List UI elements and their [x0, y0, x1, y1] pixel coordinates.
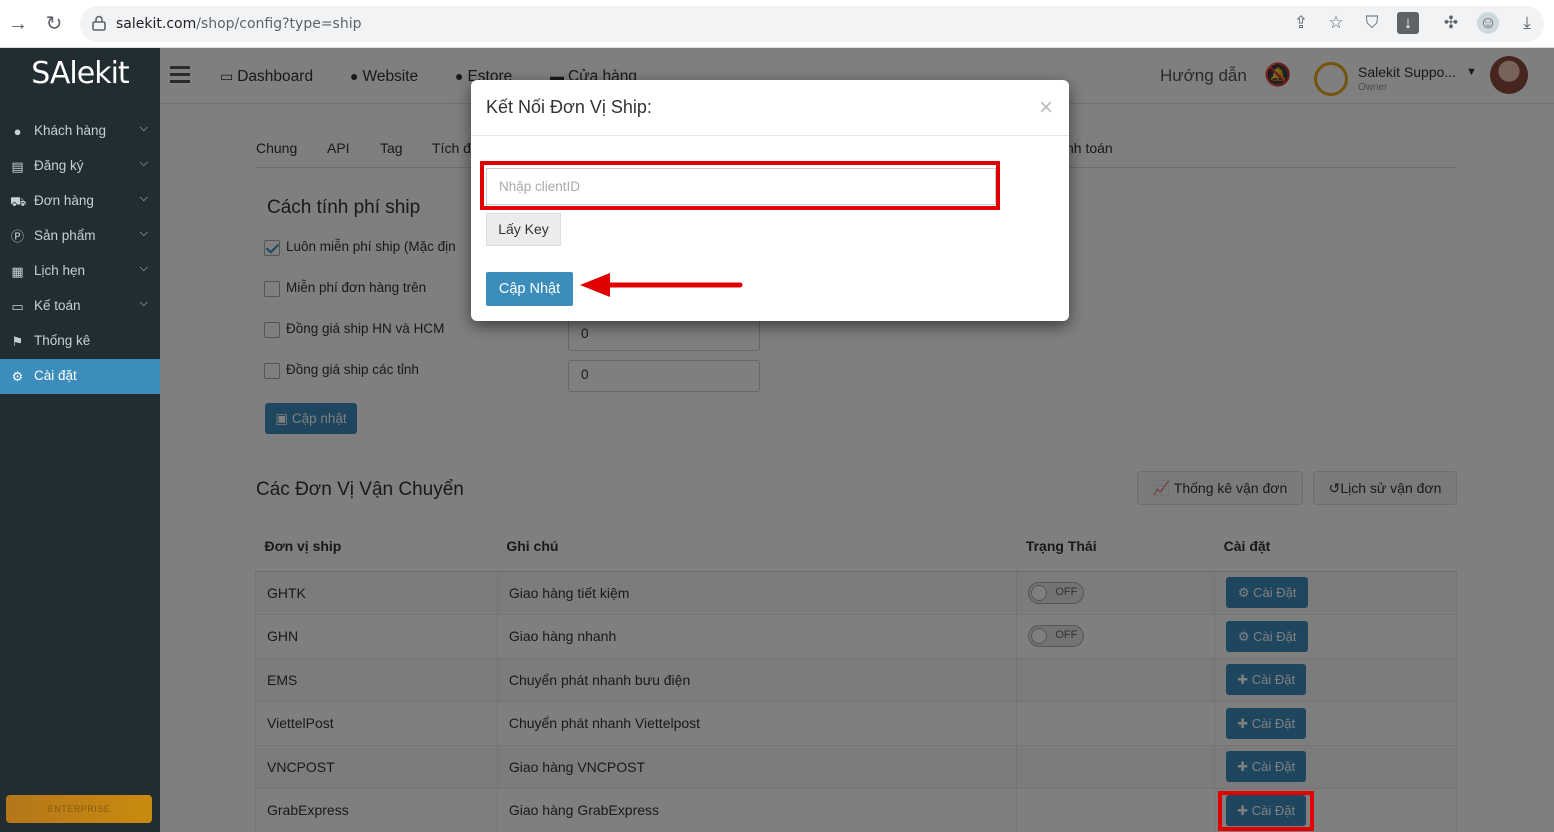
sidebar-item-label: Sản phẩm: [34, 228, 96, 243]
chevron-down-icon: ⌵: [139, 192, 148, 204]
puzzle-icon[interactable]: ✣: [1440, 12, 1462, 34]
chevron-down-icon: ⌵: [139, 122, 148, 134]
sidebar-item-cai-dat[interactable]: ⚙ Cài đặt: [0, 359, 160, 394]
card-icon: ▭: [11, 299, 24, 314]
list-icon: ▤: [11, 159, 24, 174]
sidebar-item-label: Đăng ký: [34, 158, 84, 173]
sidebar-item-san-pham[interactable]: Ⓟ Sản phẩm ⌵: [0, 219, 160, 254]
sidebar-item-label: Đơn hàng: [34, 193, 94, 208]
star-icon[interactable]: ☆: [1325, 12, 1347, 34]
chevron-down-icon: ⌵: [139, 157, 148, 169]
modal-header: Kết Nối Đơn Vị Ship: ×: [471, 80, 1069, 136]
cart-icon: ⛟: [10, 194, 27, 209]
close-icon[interactable]: ×: [1039, 96, 1053, 120]
submit-update-button[interactable]: Cập Nhật: [486, 272, 573, 306]
highlight-client-id-input: [480, 161, 1000, 210]
sidebar-item-label: Lịch hẹn: [34, 263, 86, 278]
salekit-logo: SAlekit: [31, 56, 129, 91]
download-box-icon[interactable]: ↓: [1397, 12, 1419, 34]
lock-icon: [92, 15, 106, 31]
gear-icon: ⚙: [11, 369, 24, 384]
back-arrow-icon[interactable]: →: [6, 12, 30, 36]
profile-icon[interactable]: ☺: [1477, 12, 1499, 34]
modal-title: Kết Nối Đơn Vị Ship:: [486, 97, 652, 117]
sidebar-item-dang-ky[interactable]: ▤ Đăng ký ⌵: [0, 149, 160, 184]
red-arrow-annotation: [580, 273, 743, 297]
sidebar-item-lich-hen[interactable]: ▦ Lịch hẹn ⌵: [0, 254, 160, 289]
download-icon[interactable]: ⤓: [1516, 12, 1538, 34]
url-text: salekit.com/shop/config?type=ship: [116, 16, 362, 32]
reload-icon[interactable]: ↻: [42, 12, 66, 36]
sidebar-item-label: Thống kê: [34, 333, 91, 348]
chevron-down-icon: ⌵: [139, 262, 148, 274]
chevron-down-icon: ⌵: [139, 227, 148, 239]
browser-toolbar: → ↻ salekit.com/shop/config?type=ship ⇪ …: [0, 0, 1554, 48]
product-icon: Ⓟ: [10, 229, 24, 244]
get-key-button[interactable]: Lấy Key: [486, 213, 561, 246]
sidebar-item-ke-toan[interactable]: ▭ Kế toán ⌵: [0, 289, 160, 324]
sidebar-item-label: Cài đặt: [34, 368, 77, 383]
share-icon[interactable]: ⇪: [1290, 12, 1312, 34]
highlight-grabexpress-button: [1218, 791, 1314, 831]
calendar-icon: ▦: [11, 264, 24, 279]
sidebar-item-label: Khách hàng: [34, 123, 107, 138]
url-path: /shop/config?type=ship: [196, 16, 362, 32]
sidebar-item-don-hang[interactable]: ⛟ Đơn hàng ⌵: [0, 184, 160, 219]
sidebar-item-thong-ke[interactable]: ⚑ Thống kê: [0, 324, 160, 359]
shield-icon[interactable]: ⛉: [1361, 12, 1383, 34]
sidebar: SAlekit ● Khách hàng ⌵ ▤ Đăng ký ⌵ ⛟ Đơn…: [0, 48, 160, 832]
sidebar-item-khach-hang[interactable]: ● Khách hàng ⌵: [0, 114, 160, 149]
sidebar-item-label: Kế toán: [34, 298, 81, 313]
chevron-down-icon: ⌵: [139, 297, 148, 309]
enterprise-badge: ENTERPRISE: [6, 795, 152, 823]
user-icon: ●: [13, 124, 22, 139]
flag-icon: ⚑: [11, 334, 24, 349]
url-domain: salekit.com: [116, 16, 197, 32]
